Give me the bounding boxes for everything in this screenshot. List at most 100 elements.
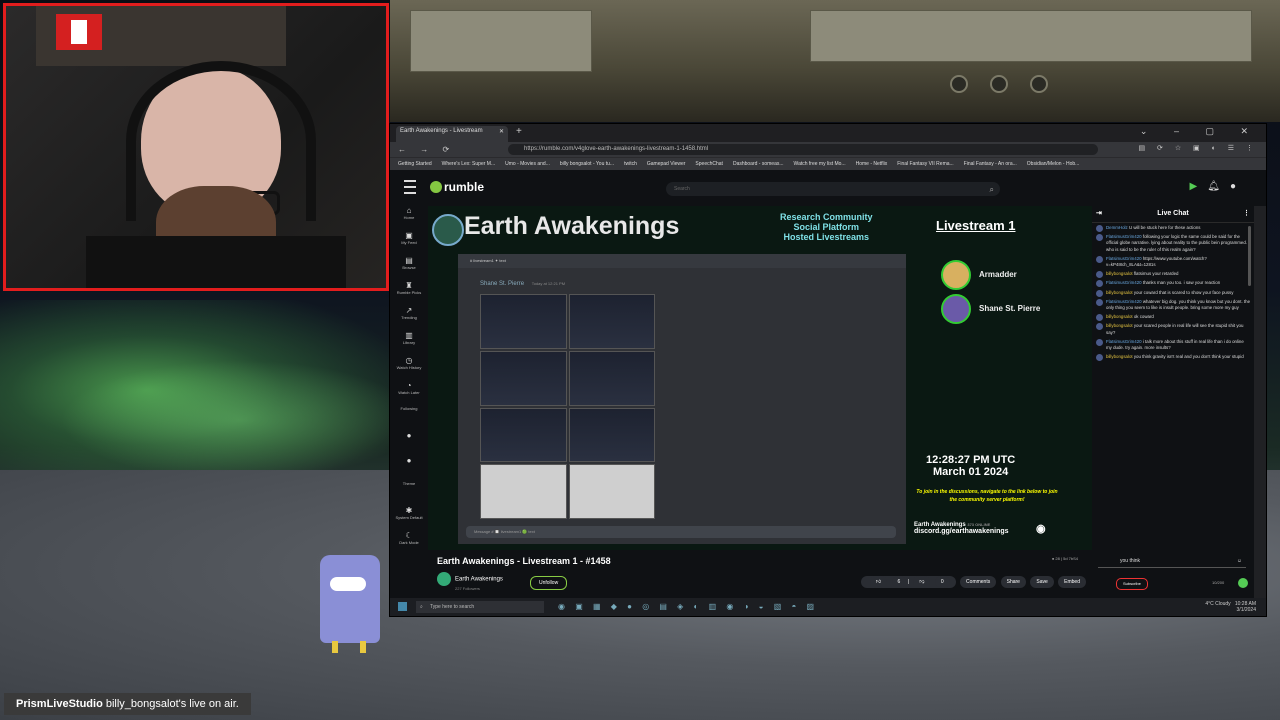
new-tab-button[interactable]: + <box>516 126 522 137</box>
go-live-icon[interactable]: ▶ <box>1190 181 1208 192</box>
bell-icon[interactable]: 🔔︎ <box>1207 181 1230 192</box>
bookmark-item[interactable]: Final Fantasy VII Rema... <box>897 161 953 167</box>
sidebar-item[interactable]: ▤ Browse <box>390 256 428 281</box>
window-controls[interactable]: ⌄ – ▢ ✕ <box>1140 126 1260 137</box>
like-button[interactable]: 👍︎ 6 | 👎︎ 0 <box>860 576 956 588</box>
collapse-icon[interactable]: ⇥ <box>1096 206 1102 222</box>
bookmark-item[interactable]: Where's Lex: Super M... <box>442 161 495 167</box>
emoji-icon[interactable]: ☺ <box>1237 554 1242 568</box>
search-input[interactable]: Search ⌕ <box>666 182 1000 196</box>
sidebar-item[interactable]: ◔ Watch Later <box>390 381 428 406</box>
chat-scrollbar[interactable] <box>1248 226 1251 286</box>
channel-info[interactable]: Earth Awakenings 227 Followers <box>437 572 503 591</box>
sidebar-item: ● <box>390 431 428 456</box>
save-button[interactable]: Save <box>1030 576 1054 588</box>
sidebar-item[interactable]: ♜ Rumble Picks <box>390 281 428 306</box>
extension-icons[interactable]: ▤ ⟳ ☆ ▣ ◐ ☰ ⋮ <box>1138 144 1258 152</box>
chat-username[interactable]: billybongsalot <box>1106 354 1133 359</box>
chat-username[interactable]: billybongsalot <box>1106 314 1133 319</box>
rumble-play-icon <box>430 181 442 193</box>
nav-buttons[interactable]: ← → ⟳ <box>398 145 455 154</box>
chat-username[interactable]: FlatsimusGrim420 <box>1106 234 1142 239</box>
sidebar-item[interactable]: ☾ Dark Mode <box>390 531 428 556</box>
header-icons[interactable]: ▶🔔︎● <box>1190 181 1246 192</box>
rumble-logo[interactable]: rumble <box>430 180 484 194</box>
sidebar-item[interactable]: ◷ Watch History <box>390 356 428 381</box>
bookmark-item[interactable]: Watch free my list Mo... <box>794 161 846 167</box>
sidebar-item[interactable]: ⌂ Home <box>390 206 428 231</box>
chat-username[interactable]: billybongsalot <box>1106 290 1133 295</box>
search-icon[interactable]: ⌕ <box>990 183 994 197</box>
chat-input[interactable]: you think ☺ <box>1098 554 1246 568</box>
left-sidebar: ⌂ Home ▣ My Feed ▤ Browse ♜ Rumble Picks ↗ Trendi… <box>390 206 428 616</box>
sidebar-icon: ● <box>406 431 412 440</box>
chat-text: ok coward <box>1133 314 1154 320</box>
bookmark-item[interactable]: twitch <box>624 161 637 167</box>
host-avatar <box>941 294 971 324</box>
bookmark-item[interactable]: Umo - Movies and... <box>505 161 550 167</box>
send-button[interactable] <box>1238 578 1248 588</box>
chat-message: FlatsimusGrim420 i talk more about this … <box>1096 338 1250 351</box>
bookmark-item[interactable]: Obsidian/Melon - Hob... <box>1027 161 1080 167</box>
video-player[interactable]: Earth Awakenings Research Community Soci… <box>428 206 1092 550</box>
sidebar-item[interactable]: ▥ Library <box>390 331 428 356</box>
chat-username[interactable]: FlatsimusGrim420 <box>1106 339 1142 344</box>
stream-title: Earth Awakenings <box>464 212 680 240</box>
message-author: Shane St. Pierre Today at 12:21 PM <box>480 281 566 287</box>
avatar[interactable]: ● <box>1230 181 1246 192</box>
bookmark-item[interactable]: billy bongsalot - You tu... <box>560 161 614 167</box>
tab-bar: Earth Awakenings - Livestream ✕ + ⌄ – ▢ … <box>390 124 1266 142</box>
bookmark-item[interactable]: Dashboard - someas... <box>733 161 784 167</box>
windows-taskbar: ⌕ Type here to search ◉ ▣ ▦ ◆ ● ◎ ▤ ◈ ◐ ▥… <box>390 598 1266 616</box>
bookmark-item[interactable]: Gamepad Viewer <box>647 161 686 167</box>
chat-username[interactable]: FlatsimusGrim420 <box>1106 299 1142 304</box>
sidebar-icon: ● <box>406 456 412 465</box>
diagram-image <box>568 407 655 463</box>
channel-bar: # livestream1 ✦ text <box>458 254 906 268</box>
sidebar-icon: ✱ <box>405 506 413 515</box>
live-status-bar: PrismLiveStudio billy_bongsalot's live o… <box>4 693 251 715</box>
sidebar-item-label: Dark Mode <box>399 540 419 545</box>
bookmarks-bar: Getting Started Where's Lex: Super M... Um… <box>390 157 1266 170</box>
sidebar-icon: ◷ <box>405 356 413 365</box>
embed-button[interactable]: Embed <box>1058 576 1086 588</box>
chat-menu-icon[interactable]: ⋮ <box>1243 206 1250 222</box>
chat-message: billybongsalot flatsimus your retarded <box>1096 271 1250 279</box>
browser-tab[interactable]: Earth Awakenings - Livestream ✕ <box>396 126 508 142</box>
sidebar-item[interactable]: ✱ System Default <box>390 506 428 531</box>
share-button[interactable]: Share <box>1000 576 1026 588</box>
menu-icon[interactable] <box>404 180 416 194</box>
taskbar-search[interactable]: ⌕ Type here to search <box>416 601 544 613</box>
chat-username[interactable]: billybongsalot <box>1106 271 1133 276</box>
sidebar-item-label: Library <box>402 340 416 345</box>
sidebar-item[interactable]: ▣ My Feed <box>390 231 428 256</box>
close-icon[interactable]: ✕ <box>499 128 504 135</box>
channel-avatar[interactable] <box>437 572 451 586</box>
chat-header: ⇥ Live Chat ⋮ <box>1092 206 1254 223</box>
unfollow-button[interactable]: Unfollow <box>530 576 568 590</box>
address-bar[interactable]: https://rumble.com/v4glove-earth-awakeni… <box>508 144 1098 155</box>
diagram-image <box>480 407 567 463</box>
sidebar-icon: ▤ <box>405 256 413 265</box>
system-tray[interactable]: 4°C Cloudy 10:28 AM 3/1/2024 <box>1205 601 1256 613</box>
windows-start-icon[interactable] <box>398 602 407 611</box>
chat-username[interactable]: FlatsimusGrim420 <box>1106 256 1142 261</box>
chat-username[interactable]: DemmHolz <box>1106 225 1128 230</box>
sidebar-item-label: Trending <box>401 315 417 320</box>
bookmark-item[interactable]: SpeechChat <box>695 161 723 167</box>
sidebar-icon: ⌂ <box>406 206 412 215</box>
taskbar-apps[interactable]: ◉ ▣ ▦ ◆ ● ◎ ▤ ◈ ◐ ▥ ◉ ◑ ◒ ▧ ◓ ▨ <box>558 602 818 611</box>
subscribe-button[interactable]: Subscribe <box>1116 578 1148 590</box>
bookmark-item[interactable]: Final Fantasy - An ora... <box>964 161 1017 167</box>
towelie-character <box>320 555 380 653</box>
chat-username[interactable]: billybongsalot <box>1106 323 1133 328</box>
chat-username[interactable]: FlatsimusGrim420 <box>1106 280 1142 285</box>
bookmark-item[interactable]: Getting Started <box>398 161 432 167</box>
chat-text: thanks man you too. i saw your reaction <box>1142 280 1221 286</box>
bookmark-item[interactable]: Home - Netflix <box>856 161 888 167</box>
thumbs-up-icon: 👍︎ <box>869 576 888 588</box>
livestream-label: Livestream 1 <box>936 218 1016 233</box>
sidebar-item[interactable]: ↗ Trending <box>390 306 428 331</box>
host-armadder: Armadder <box>941 260 1017 290</box>
comments-button[interactable]: Comments <box>960 576 997 588</box>
